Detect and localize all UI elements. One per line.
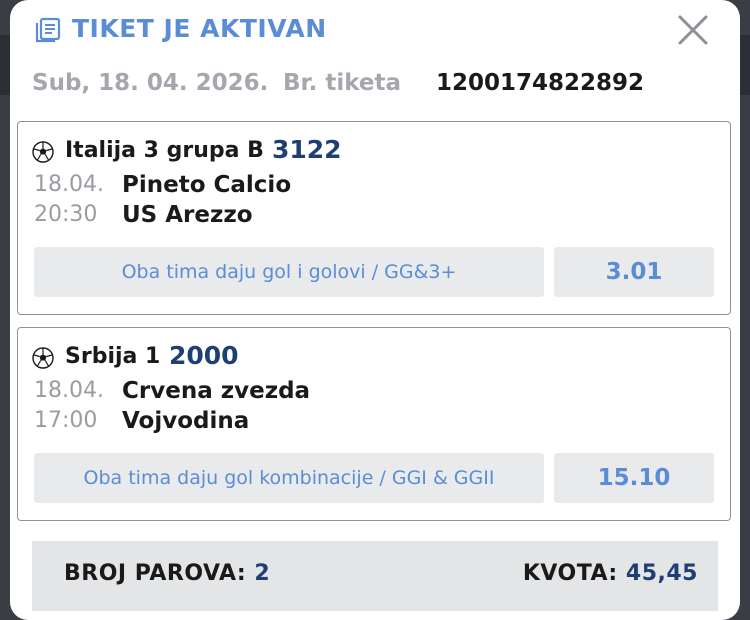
away-team: Vojvodina [122, 408, 250, 434]
match-code: 2000 [169, 341, 239, 370]
ticket-list-icon [35, 17, 61, 43]
odds-button[interactable]: 3.01 [554, 247, 714, 297]
away-team: US Arezzo [122, 202, 253, 228]
match-time: 20:30 [34, 202, 98, 227]
soccer-ball-icon [32, 347, 54, 369]
ticket-meta: Sub, 18. 04. 2026. Br. tiketa 1200174822… [32, 70, 732, 100]
ticket-number-label: Br. tiketa [283, 70, 402, 96]
bet-type-button[interactable]: Oba tima daju gol kombinacije / GGI & GG… [34, 453, 544, 503]
total-odds-value: 45,45 [625, 561, 698, 586]
ticket-modal: TIKET JE AKTIVAN Sub, 18. 04. 2026. Br. … [10, 0, 740, 620]
odds-button[interactable]: 15.10 [554, 453, 714, 503]
match-date: 18.04. [34, 378, 104, 403]
league-name: Srbija 1 [65, 344, 161, 369]
league-name: Italija 3 grupa B [65, 138, 264, 163]
match-code: 3122 [272, 135, 342, 164]
ticket-summary: BROJ PAROVA: 2 KVOTA: 45,45 [32, 541, 718, 611]
match-card: Srbija 1 2000 18.04. Crvena zvezda 17:00… [17, 327, 731, 521]
match-date: 18.04. [34, 172, 104, 197]
pairs-count: BROJ PAROVA: 2 [64, 561, 270, 586]
close-icon[interactable] [675, 12, 711, 48]
ticket-number: 1200174822892 [436, 70, 645, 96]
modal-header: TIKET JE AKTIVAN [10, 0, 740, 62]
total-odds-label: KVOTA: [522, 561, 618, 586]
modal-title: TIKET JE AKTIVAN [72, 14, 327, 43]
soccer-ball-icon [32, 141, 54, 163]
home-team: Crvena zvezda [122, 378, 311, 404]
ticket-date: Sub, 18. 04. 2026. [32, 70, 269, 96]
match-card: Italija 3 grupa B 3122 18.04. Pineto Cal… [17, 121, 731, 315]
pairs-value: 2 [254, 561, 271, 586]
bet-type-button[interactable]: Oba tima daju gol i golovi / GG&3+ [34, 247, 544, 297]
total-odds: KVOTA: 45,45 [523, 561, 698, 586]
match-time: 17:00 [34, 408, 98, 433]
home-team: Pineto Calcio [122, 172, 292, 198]
pairs-label: BROJ PAROVA: [64, 561, 247, 586]
